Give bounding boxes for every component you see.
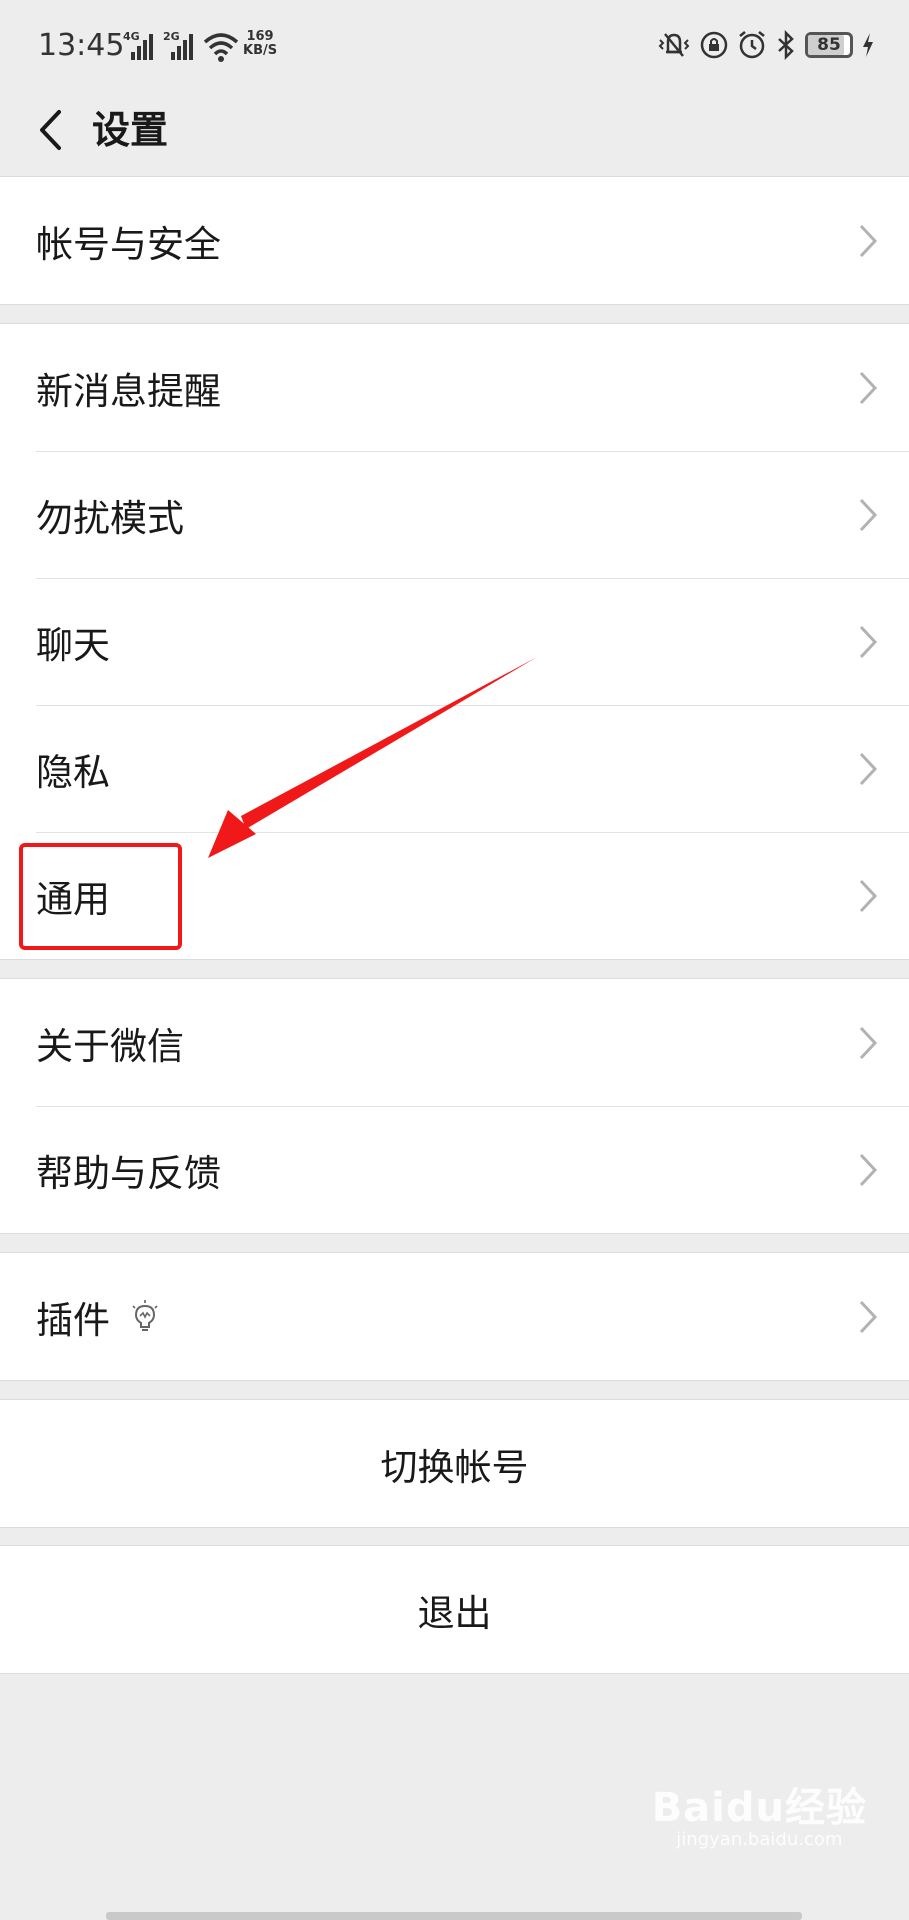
watermark-logo: Baidu经验 xyxy=(651,1785,867,1831)
setting-row-about-wechat[interactable]: 关于微信 xyxy=(0,979,909,1106)
battery-percent: 85 xyxy=(817,35,841,55)
setting-label: 关于微信 xyxy=(36,1024,184,1068)
chevron-right-icon xyxy=(859,879,878,912)
sim2-network-type: 2G xyxy=(163,30,180,43)
sim1-network-type: 4G xyxy=(123,30,140,43)
chevron-right-icon xyxy=(859,224,878,257)
chevron-left-icon xyxy=(40,110,61,150)
chevron-right-icon xyxy=(859,1153,878,1186)
switch-account-button[interactable]: 切换帐号 xyxy=(0,1400,909,1527)
lightbulb-icon xyxy=(132,1299,158,1331)
wifi-icon xyxy=(203,33,239,62)
sim2-signal-icon: 2G xyxy=(163,30,193,62)
settings-group-account: 帐号与安全 xyxy=(0,176,909,305)
setting-row-chat[interactable]: 聊天 xyxy=(0,578,909,705)
charging-icon xyxy=(863,33,873,57)
switch-account-label: 切换帐号 xyxy=(380,1445,529,1489)
setting-label: 隐私 xyxy=(36,750,110,794)
setting-label: 通用 xyxy=(36,877,110,921)
setting-row-plugins[interactable]: 插件 xyxy=(0,1253,909,1380)
setting-label: 聊天 xyxy=(36,623,110,667)
rotation-lock-icon xyxy=(700,31,728,59)
network-speed: 169 KB/S xyxy=(243,30,277,58)
setting-label: 帐号与安全 xyxy=(36,222,221,266)
chevron-right-icon xyxy=(859,371,878,404)
chevron-right-icon xyxy=(859,752,878,785)
speed-unit: KB/S xyxy=(243,43,278,58)
setting-row-help-feedback[interactable]: 帮助与反馈 xyxy=(0,1106,909,1233)
alarm-icon xyxy=(739,31,765,59)
setting-row-do-not-disturb[interactable]: 勿扰模式 xyxy=(0,451,909,578)
settings-group-plugins: 插件 xyxy=(0,1252,909,1381)
chevron-right-icon xyxy=(859,625,878,658)
watermark-url: jingyan.baidu.com xyxy=(676,1829,843,1850)
settings-group-main: 新消息提醒 勿扰模式 聊天 隐私 通用 xyxy=(0,323,909,960)
back-button[interactable] xyxy=(30,100,70,160)
chevron-right-icon xyxy=(859,498,878,531)
switch-account-group: 切换帐号 xyxy=(0,1399,909,1528)
setting-row-general[interactable]: 通用 xyxy=(0,832,909,959)
vibrate-icon xyxy=(658,33,690,57)
setting-row-account-security[interactable]: 帐号与安全 xyxy=(0,177,909,304)
sim1-signal-icon: 4G xyxy=(123,30,153,62)
setting-label: 插件 xyxy=(36,1298,110,1342)
page-title: 设置 xyxy=(92,108,169,152)
settings-group-about: 关于微信 帮助与反馈 xyxy=(0,978,909,1234)
setting-label: 帮助与反馈 xyxy=(36,1151,221,1195)
logout-button[interactable]: 退出 xyxy=(0,1546,909,1673)
speed-value: 169 xyxy=(246,29,274,44)
chevron-right-icon xyxy=(859,1026,878,1059)
setting-row-privacy[interactable]: 隐私 xyxy=(0,705,909,832)
setting-label: 新消息提醒 xyxy=(36,369,221,413)
logout-label: 退出 xyxy=(417,1591,492,1635)
network-indicators: 4G 2G xyxy=(123,30,239,62)
nav-header: 设置 xyxy=(0,92,909,176)
setting-label: 勿扰模式 xyxy=(36,496,184,540)
logout-group: 退出 xyxy=(0,1545,909,1674)
home-indicator[interactable] xyxy=(106,1912,802,1920)
status-bar: 13:45 4G 2G 169 KB/S 85 xyxy=(0,0,909,92)
baidu-watermark: Baidu经验 jingyan.baidu.com xyxy=(652,1775,867,1850)
battery-indicator: 85 xyxy=(805,32,853,58)
status-time: 13:45 xyxy=(38,28,125,63)
bluetooth-icon xyxy=(778,30,794,60)
chevron-right-icon xyxy=(859,1300,878,1333)
setting-row-notifications[interactable]: 新消息提醒 xyxy=(0,324,909,451)
status-icons: 85 xyxy=(657,28,875,62)
